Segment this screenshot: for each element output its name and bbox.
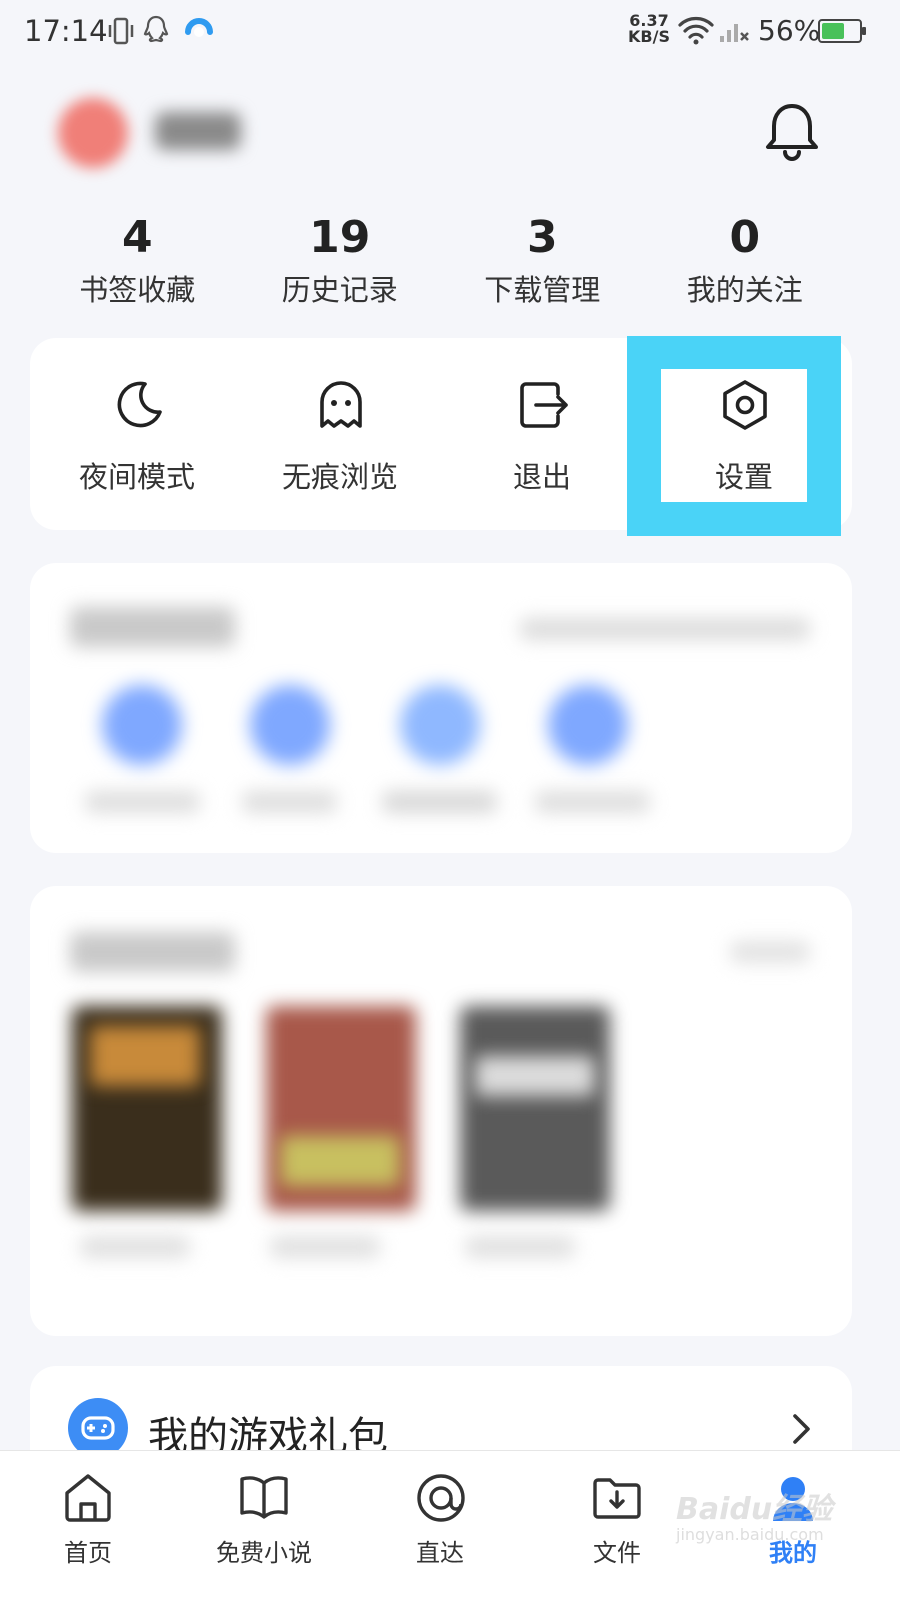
book-icon <box>240 1476 288 1519</box>
tool-settings[interactable]: 设置 <box>641 0 847 494</box>
folder-icon <box>593 1478 641 1519</box>
stat-bookmarks[interactable]: 4 书签收藏 <box>36 210 239 320</box>
chevron-right-icon <box>793 1414 810 1444</box>
tool-incognito[interactable]: 无痕浏览 <box>237 0 443 494</box>
nav-direct[interactable]: 直达 <box>375 1451 505 1600</box>
gamepad-icon <box>68 1398 128 1458</box>
ghost-icon <box>320 381 362 428</box>
tool-label: 无痕浏览 <box>281 460 398 494</box>
direct-icon <box>417 1474 465 1522</box>
stat-count: 4 <box>121 212 153 263</box>
settings-icon <box>723 380 767 430</box>
nav-label: 文件 <box>593 1539 641 1567</box>
stat-label: 我的关注 <box>686 273 803 307</box>
nav-files[interactable]: 文件 <box>552 1451 682 1600</box>
stat-count: 3 <box>526 212 558 263</box>
settings-highlight-frame <box>627 336 841 536</box>
moon-icon <box>117 381 162 428</box>
stat-count: 0 <box>729 212 761 263</box>
logout-icon <box>520 382 568 428</box>
stat-label: 书签收藏 <box>79 273 196 307</box>
stat-history[interactable]: 19 历史记录 <box>239 210 442 320</box>
stat-downloads[interactable]: 3 下载管理 <box>441 210 644 320</box>
tool-label: 夜间模式 <box>78 460 195 494</box>
tool-label: 设置 <box>714 460 773 494</box>
blurred-novels-card <box>30 886 852 1336</box>
watermark-sub: jingyan.baidu.com <box>676 1525 824 1544</box>
stat-count: 19 <box>309 212 371 263</box>
tool-label: 退出 <box>512 460 571 494</box>
tool-exit[interactable]: 退出 <box>439 0 645 494</box>
stat-following[interactable]: 0 我的关注 <box>644 210 847 320</box>
stats-row: 4 书签收藏 19 历史记录 3 下载管理 0 我的关注 <box>36 210 846 320</box>
stat-label: 下载管理 <box>484 273 601 307</box>
home-icon <box>65 1474 111 1522</box>
nav-label: 免费小说 <box>216 1539 312 1567</box>
watermark-main: Baidu经验 <box>676 1492 833 1527</box>
blurred-shortcuts-card <box>30 563 852 853</box>
tool-night-mode[interactable]: 夜间模式 <box>34 0 240 494</box>
nav-home[interactable]: 首页 <box>23 1451 153 1600</box>
nav-free-novels[interactable]: 免费小说 <box>199 1451 329 1600</box>
stat-label: 历史记录 <box>281 273 398 307</box>
nav-label: 直达 <box>416 1539 464 1567</box>
nav-label: 首页 <box>64 1539 112 1567</box>
